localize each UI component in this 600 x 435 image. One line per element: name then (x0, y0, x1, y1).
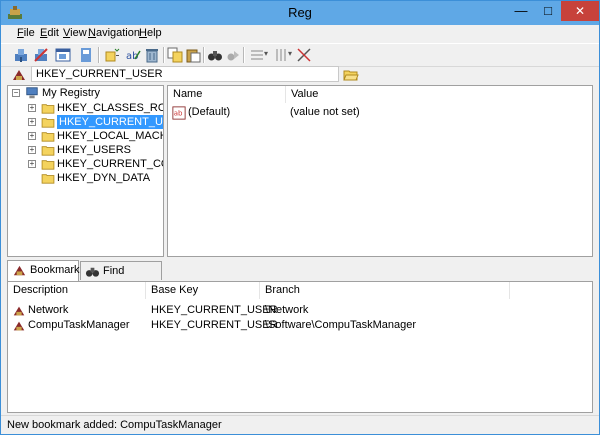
folder-icon (41, 118, 55, 128)
disconnect-registry-icon[interactable] (33, 47, 49, 63)
column-header-value[interactable]: Value (286, 86, 592, 103)
svg-text:ab: ab (174, 110, 183, 118)
new-key-icon[interactable] (104, 47, 120, 63)
toolbar: ab ▾ ▾ (1, 43, 599, 67)
maximize-button[interactable]: □ (535, 1, 561, 21)
toolbar-separator (203, 47, 205, 63)
tree-item-hkey-dyn-data[interactable]: HKEY_DYN_DATA (57, 171, 150, 185)
folder-open-icon[interactable] (343, 67, 359, 83)
bookmark-base-key: HKEY_CURRENT_USER (151, 319, 278, 331)
delete-icon[interactable] (144, 47, 160, 63)
registry-key-icon (13, 70, 25, 80)
rename-icon[interactable]: ab (125, 47, 141, 63)
menu-file[interactable]: File (17, 27, 35, 39)
chevron-down-icon[interactable]: ▾ (264, 49, 268, 58)
tools-icon[interactable] (296, 47, 312, 63)
bookmark-branch: \Software\CompuTaskManager (265, 319, 417, 331)
folder-icon (41, 132, 55, 142)
expand-toggle[interactable]: + (28, 132, 36, 140)
expand-toggle[interactable]: + (28, 160, 36, 168)
menu-edit[interactable]: Edit (40, 27, 59, 39)
folder-icon (41, 104, 55, 114)
computer-icon (26, 87, 38, 99)
open-window-icon[interactable] (55, 47, 71, 63)
menu-bar: File Edit View Navigation Help (1, 25, 599, 43)
folder-icon (41, 160, 55, 170)
tree-item-hkey-users[interactable]: HKEY_USERS (57, 143, 131, 157)
binoculars-icon (85, 267, 100, 277)
status-bar: New bookmark added: CompuTaskManager (1, 415, 599, 435)
toolbar-separator (243, 47, 245, 63)
folder-icon (41, 146, 55, 156)
bookmarks-list-icon[interactable] (249, 47, 265, 63)
collapse-toggle[interactable]: − (12, 89, 20, 97)
close-button[interactable]: ✕ (561, 1, 599, 21)
bookmarks-list[interactable]: Description Base Key Branch Network HKEY… (7, 281, 593, 413)
toolbar-separator (98, 47, 100, 63)
menu-navigation[interactable]: Navigation (88, 27, 140, 39)
connect-registry-icon[interactable] (13, 47, 29, 63)
columns-icon[interactable] (273, 47, 289, 63)
column-header-description[interactable]: Description (8, 282, 146, 299)
column-header-name[interactable]: Name (168, 86, 286, 103)
bookmark-row[interactable]: Network HKEY_CURRENT_USER \Network (12, 304, 572, 318)
tree-item-hkey-local-machine[interactable]: HKEY_LOCAL_MACHINE (57, 129, 163, 143)
tree-root-label[interactable]: My Registry (42, 86, 100, 100)
column-header-branch[interactable]: Branch (260, 282, 510, 299)
registry-tree[interactable]: − My Registry + HKEY_CLASSES_ROOT + HKEY_CU… (7, 85, 164, 257)
app-window: Reg — □ ✕ File Edit View Navigation Help… (0, 0, 600, 435)
values-list[interactable]: Name Value ab (Default) (value not set) (167, 85, 593, 257)
value-data: (value not set) (290, 106, 360, 118)
find-next-icon[interactable] (225, 47, 241, 63)
chevron-down-icon[interactable]: ▾ (288, 49, 292, 58)
address-bar (1, 65, 599, 85)
paste-icon[interactable] (185, 47, 201, 63)
tab-label: Bookmarks (30, 264, 86, 276)
bookmark-branch: \Network (265, 304, 309, 316)
bookmark-description: Network (28, 304, 69, 316)
minimize-button[interactable]: — (507, 1, 535, 21)
menu-help[interactable]: Help (139, 27, 162, 39)
expand-toggle[interactable]: + (28, 146, 36, 154)
copy-icon[interactable] (167, 47, 183, 63)
tree-item-hkey-current-user[interactable]: HKEY_CURRENT_USER (57, 115, 163, 129)
string-value-icon: ab (172, 106, 186, 120)
expand-toggle[interactable]: + (28, 118, 36, 126)
folder-icon (41, 174, 55, 184)
bookmark-icon (13, 321, 25, 331)
tab-find-results[interactable]: Find Results (80, 261, 162, 296)
value-name: (Default) (188, 106, 231, 118)
menu-view[interactable]: View (63, 27, 87, 39)
bookmark-row[interactable]: CompuTaskManager HKEY_CURRENT_USER \Soft… (12, 319, 572, 333)
bottom-tabs: Bookmarks Find Results (7, 260, 593, 296)
find-icon[interactable] (207, 47, 223, 63)
toolbar-separator (163, 47, 165, 63)
tree-item-hkey-current-config[interactable]: HKEY_CURRENT_CONFIG (57, 157, 163, 171)
tree-item-hkey-classes-root[interactable]: HKEY_CLASSES_ROOT (57, 101, 163, 115)
status-text: New bookmark added: CompuTaskManager (7, 419, 222, 431)
bookmark-icon (13, 306, 25, 316)
bookmark-description: CompuTaskManager (28, 319, 130, 331)
export-icon[interactable] (78, 47, 94, 63)
bookmark-base-key: HKEY_CURRENT_USER (151, 304, 278, 316)
address-input[interactable] (31, 66, 339, 82)
expand-toggle[interactable]: + (28, 104, 36, 112)
bookmark-icon (13, 265, 26, 276)
tab-bookmarks[interactable]: Bookmarks (7, 260, 85, 281)
title-bar[interactable]: Reg — □ ✕ (1, 1, 599, 25)
column-header-base-key[interactable]: Base Key (146, 282, 260, 299)
